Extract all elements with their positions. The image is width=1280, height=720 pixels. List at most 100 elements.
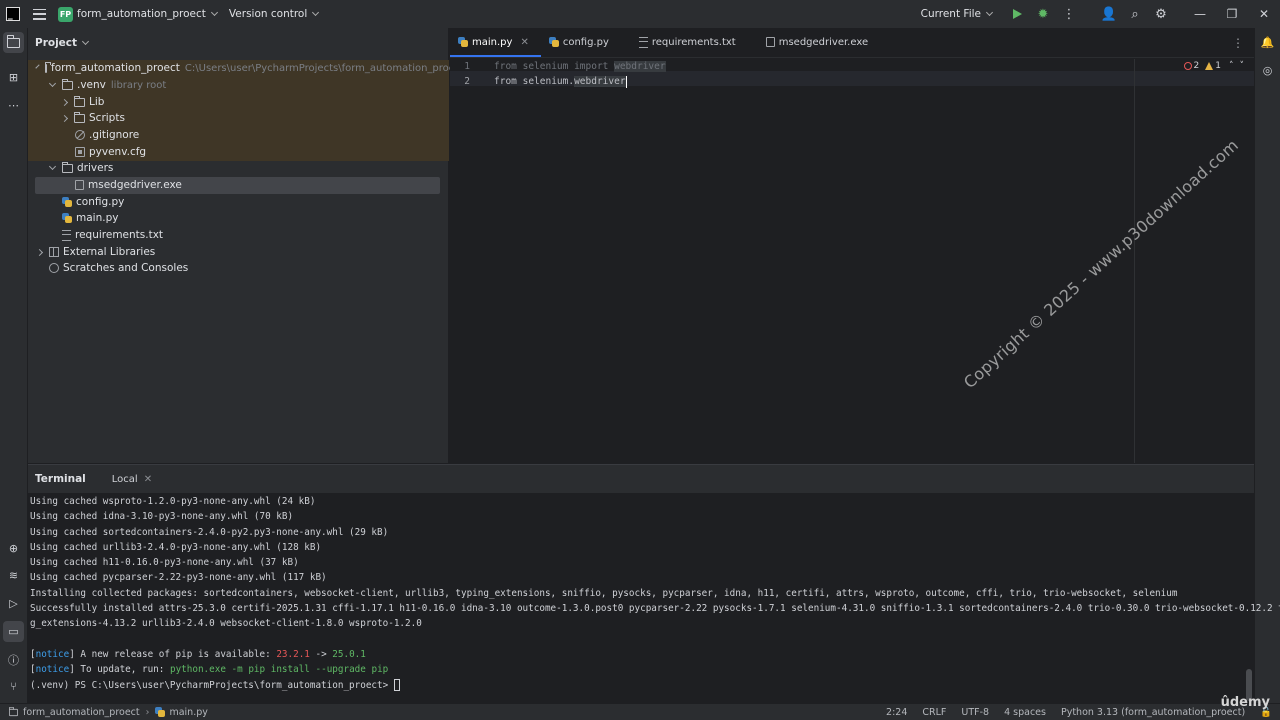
tree-item-scripts[interactable]: Scripts bbox=[28, 110, 449, 127]
close-icon[interactable]: ✕ bbox=[144, 474, 152, 485]
terminal-notice-line: [notice] A new release of pip is availab… bbox=[30, 648, 366, 660]
caret-position[interactable]: 2:24 bbox=[886, 707, 907, 718]
ai-assistant-icon[interactable]: ◎ bbox=[1257, 60, 1278, 81]
services-icon[interactable]: ▷ bbox=[3, 593, 24, 614]
folder-icon bbox=[45, 61, 51, 73]
chevron-up-icon[interactable]: ˄ bbox=[1229, 61, 1234, 71]
run-button[interactable] bbox=[1004, 0, 1030, 28]
tab-label: requirements.txt bbox=[651, 36, 736, 48]
tab-config-py[interactable]: config.py bbox=[541, 27, 621, 57]
code-token: webdriver bbox=[574, 76, 626, 87]
tab-msedgedriver-exe[interactable]: msedgedriver.exe bbox=[748, 27, 880, 57]
terminal-title: Terminal bbox=[35, 473, 86, 485]
settings-gear-icon[interactable]: ⚙ bbox=[1148, 0, 1174, 28]
expand-arrow-icon[interactable] bbox=[48, 79, 57, 87]
terminal-line: g_extensions-4.13.2 urllib3-2.4.0 websoc… bbox=[30, 618, 422, 630]
udemy-watermark-logo: ûdemy bbox=[1220, 695, 1270, 710]
folder-icon bbox=[9, 706, 18, 716]
tree-item-label: config.py bbox=[76, 196, 125, 209]
indent-setting[interactable]: 4 spaces bbox=[1004, 707, 1046, 718]
line-separator[interactable]: CRLF bbox=[922, 707, 946, 718]
breadcrumb-file[interactable]: main.py bbox=[169, 707, 207, 718]
tree-item-requirements[interactable]: requirements.txt bbox=[28, 227, 163, 244]
expand-arrow-icon[interactable] bbox=[35, 248, 44, 256]
python-interpreter[interactable]: Python 3.13 (form_automation_proect) bbox=[1061, 707, 1245, 718]
layers-icon[interactable]: ≋ bbox=[3, 565, 24, 586]
expand-arrow-icon[interactable] bbox=[60, 98, 69, 106]
tree-item-config[interactable]: config.py bbox=[28, 194, 124, 211]
git-icon[interactable]: ⑂ bbox=[3, 676, 24, 697]
executable-file-icon bbox=[75, 180, 84, 191]
tree-item-venv[interactable]: .venv library root bbox=[28, 77, 449, 94]
terminal-output[interactable]: Using cached wsproto-1.2.0-py3-none-any.… bbox=[30, 494, 1280, 693]
tab-main-py[interactable]: main.py ✕ bbox=[450, 27, 541, 57]
breadcrumb-project[interactable]: form_automation_proect bbox=[23, 707, 140, 718]
terminal-cursor bbox=[393, 679, 400, 692]
terminal-prompt-line[interactable]: (.venv) PS C:\Users\user\PycharmProjects… bbox=[30, 678, 1250, 693]
notice-tag: notice bbox=[35, 664, 70, 676]
tree-item-label: Lib bbox=[89, 96, 105, 109]
more-actions-icon[interactable]: ⋮ bbox=[1056, 0, 1082, 28]
maximize-window-button[interactable]: ❐ bbox=[1216, 0, 1248, 28]
tree-item-label: pyvenv.cfg bbox=[89, 146, 147, 159]
project-tool-button[interactable] bbox=[3, 32, 24, 53]
notifications-icon[interactable]: 🔔 bbox=[1257, 32, 1278, 53]
more-tools-icon[interactable]: ⋯ bbox=[3, 95, 24, 116]
tab-requirements-txt[interactable]: requirements.txt bbox=[621, 27, 748, 57]
tree-item-root[interactable]: form_automation_proect C:\Users\user\Pyc… bbox=[28, 60, 464, 77]
structure-tool-button[interactable]: ⊞ bbox=[3, 67, 24, 88]
tab-local[interactable]: Local bbox=[112, 474, 138, 485]
main-menu-icon[interactable] bbox=[33, 8, 46, 20]
close-window-button[interactable]: ✕ bbox=[1248, 0, 1280, 28]
code-token: webdriver bbox=[614, 61, 666, 72]
debug-button[interactable]: ✹ bbox=[1030, 0, 1056, 28]
line-number-gutter: 1 2 bbox=[450, 59, 490, 463]
chevron-down-icon bbox=[210, 8, 218, 17]
tab-label: config.py bbox=[562, 36, 609, 48]
code-token: from selenium. bbox=[494, 76, 575, 87]
tree-item-external-libraries[interactable]: External Libraries bbox=[28, 244, 155, 261]
inspection-widget[interactable]: 2 1 ˄ ˅ bbox=[1183, 61, 1245, 71]
terminal-tool-button[interactable]: ▭ bbox=[3, 621, 24, 642]
terminal-tabs: Terminal Local ✕ bbox=[28, 465, 1254, 493]
line-number: 1 bbox=[464, 61, 470, 72]
version-control-menu[interactable]: Version control bbox=[229, 8, 320, 20]
python-packages-icon[interactable]: ⊕ bbox=[3, 538, 24, 559]
project-selector-label: form_automation_proect bbox=[77, 8, 206, 20]
code-with-me-icon[interactable]: 👤 bbox=[1096, 0, 1122, 28]
tree-item-label: drivers bbox=[77, 162, 114, 175]
tree-item-lib[interactable]: Lib bbox=[28, 94, 449, 111]
project-panel-header[interactable]: Project bbox=[28, 28, 448, 58]
notice-tag: notice bbox=[35, 648, 70, 660]
tree-item-scratches[interactable]: Scratches and Consoles bbox=[28, 260, 188, 277]
project-badge[interactable]: FP bbox=[58, 6, 73, 22]
expand-arrow-icon[interactable] bbox=[35, 64, 40, 69]
error-icon bbox=[1183, 62, 1192, 70]
expand-arrow-icon[interactable] bbox=[60, 114, 69, 122]
expand-arrow-icon[interactable] bbox=[48, 162, 57, 170]
terminal-line: Using cached h11-0.16.0-py3-none-any.whl… bbox=[30, 557, 299, 569]
more-tabs-icon[interactable]: ⋮ bbox=[1232, 36, 1244, 50]
project-selector[interactable]: form_automation_proect bbox=[77, 8, 218, 20]
search-icon[interactable]: ⌕ bbox=[1122, 0, 1148, 28]
notice-text: To update, run: bbox=[74, 664, 170, 676]
run-config-selector[interactable]: Current File bbox=[920, 8, 994, 20]
file-encoding[interactable]: UTF-8 bbox=[961, 707, 989, 718]
chevron-down-icon bbox=[82, 37, 90, 45]
problems-icon[interactable]: ⓘ bbox=[3, 649, 24, 670]
minimize-window-button[interactable]: — bbox=[1184, 0, 1216, 28]
tree-item-pyvenv[interactable]: pyvenv.cfg bbox=[28, 144, 449, 161]
tree-item-gitignore[interactable]: .gitignore bbox=[28, 127, 449, 144]
tree-item-drivers[interactable]: drivers bbox=[28, 160, 113, 177]
chevron-down-icon[interactable]: ˅ bbox=[1240, 61, 1245, 71]
code-editor[interactable]: from selenium import webdriver from sele… bbox=[494, 59, 1254, 463]
tree-item-main[interactable]: main.py bbox=[28, 210, 118, 227]
tree-item-label: Scripts bbox=[89, 112, 125, 125]
close-icon[interactable]: ✕ bbox=[520, 37, 528, 48]
run-config-label: Current File bbox=[920, 8, 981, 20]
tree-item-msedgedriver[interactable]: msedgedriver.exe bbox=[35, 177, 440, 194]
chevron-down-icon bbox=[312, 8, 320, 17]
pycharm-logo-icon[interactable]: ▁ bbox=[6, 7, 20, 21]
tree-item-label: Scratches and Consoles bbox=[63, 262, 189, 275]
